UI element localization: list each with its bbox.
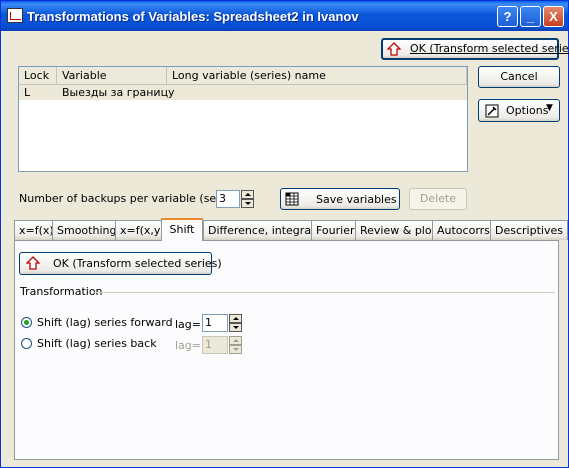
spin-down-button[interactable] [241, 199, 254, 208]
spin-up-button[interactable] [229, 336, 242, 345]
tab-smoothing[interactable]: Smoothing [52, 220, 122, 240]
save-variables-label: Save variables [316, 193, 397, 206]
lag-back-input[interactable]: 1 [202, 336, 228, 354]
listview-header: Lock Variable Long variable (series) nam… [19, 67, 467, 85]
backups-input[interactable]: 3 [216, 190, 240, 208]
panel-ok-transform-button[interactable]: OK (Transform selected series) [19, 252, 222, 275]
ok-transform-button[interactable]: OK (Transform selected series) [381, 38, 569, 60]
minimize-button[interactable]: _ [520, 6, 541, 27]
tab-fourier[interactable]: Fourier [311, 220, 360, 240]
up-arrow-icon [387, 42, 401, 56]
tab-review-plot[interactable]: Review & plot [355, 220, 441, 240]
tab-difference-integrate[interactable]: Difference, integrate [203, 220, 328, 240]
title-bar[interactable]: Transformations of Variables: Spreadshee… [1, 1, 568, 31]
close-button[interactable]: X [543, 6, 564, 27]
spin-up-button[interactable] [229, 314, 242, 323]
cell-lock: L [24, 86, 31, 99]
radio-shift-back[interactable] [21, 338, 32, 349]
radio-shift-forward[interactable] [21, 317, 32, 328]
cell-long-name [167, 85, 172, 100]
lag-forward-label: lag= [175, 318, 201, 331]
panel-ok-transform-label: OK (Transform selected series) [53, 257, 222, 270]
shift-back-label[interactable]: Shift (lag) series back [37, 337, 157, 350]
dropdown-arrow-icon: ▼ [546, 103, 553, 113]
variables-listview[interactable]: Lock Variable Long variable (series) nam… [18, 66, 468, 172]
chart-app-icon [7, 8, 23, 23]
column-header-long-name[interactable]: Long variable (series) name [167, 67, 467, 84]
options-button[interactable]: Options ▼ [478, 99, 560, 122]
column-header-variable[interactable]: Variable [57, 67, 167, 84]
window-title: Transformations of Variables: Spreadshee… [27, 9, 359, 24]
backups-spinner[interactable]: 3 [216, 190, 254, 208]
lag-back-label: lag= [175, 339, 201, 352]
shift-forward-label[interactable]: Shift (lag) series forward [37, 316, 173, 329]
lag-forward-spinner[interactable]: 1 [202, 314, 242, 332]
shift-tab-panel: OK (Transform selected series) Transform… [14, 240, 559, 460]
backups-label: Number of backups per variable (series): [19, 192, 245, 205]
transformation-group-label: Transformation [20, 285, 103, 298]
help-button[interactable]: ? [497, 6, 518, 27]
cell-variable: Выезды за границу [62, 86, 175, 99]
lag-forward-input[interactable]: 1 [202, 314, 228, 332]
spreadsheet-icon [285, 192, 299, 206]
tab-autocorrs[interactable]: Autocorrs [432, 220, 495, 240]
spin-down-button[interactable] [229, 345, 242, 354]
delete-button[interactable]: Delete [409, 188, 467, 210]
dialog-window: Transformations of Variables: Spreadshee… [0, 0, 569, 468]
ok-transform-label: OK (Transform selected series) [410, 42, 569, 55]
options-label: Options [506, 104, 549, 117]
spin-up-button[interactable] [241, 190, 254, 199]
spin-down-button[interactable] [229, 323, 242, 332]
cancel-button[interactable]: Cancel [478, 66, 560, 88]
up-arrow-icon [26, 256, 40, 270]
lag-back-spinner[interactable]: 1 [202, 336, 242, 354]
group-divider [94, 292, 555, 293]
tab-shift[interactable]: Shift [161, 218, 203, 241]
list-item[interactable]: L Выезды за границу [19, 85, 467, 100]
save-variables-button[interactable]: Save variables [280, 188, 400, 210]
options-icon [485, 104, 499, 118]
tab-descriptives[interactable]: Descriptives [490, 220, 568, 240]
column-header-lock[interactable]: Lock [19, 67, 57, 84]
